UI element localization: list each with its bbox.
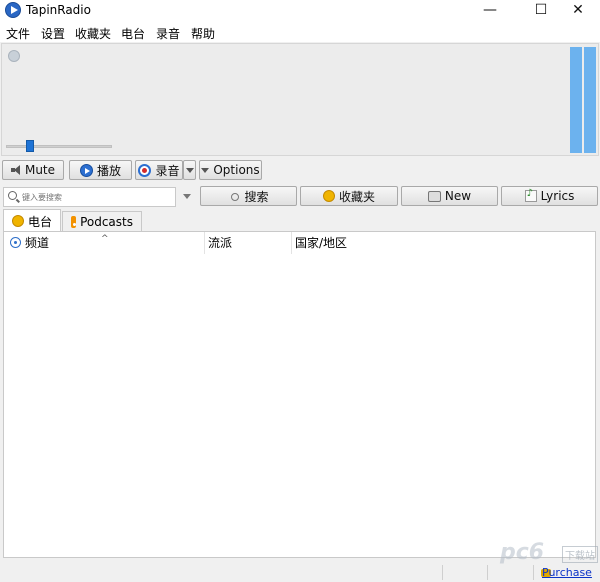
window-title: TapinRadio — [26, 3, 91, 17]
sort-ascending-icon: ^ — [101, 234, 109, 244]
menu-file[interactable]: 文件 — [6, 25, 30, 42]
tab-stations[interactable]: 电台 — [3, 209, 61, 232]
column-header-country[interactable]: 国家/地区 — [291, 232, 431, 254]
record-icon — [138, 163, 152, 177]
purchase-link[interactable]: Purchase — [542, 566, 592, 579]
favorites-button[interactable]: 收藏夹 — [300, 186, 398, 206]
status-divider — [533, 565, 534, 580]
menu-bar: 文件 设置 收藏夹 电台 录音 帮助 — [0, 22, 600, 42]
status-bar — [0, 562, 600, 582]
menu-help[interactable]: 帮助 — [191, 25, 215, 42]
antenna-icon — [10, 237, 21, 248]
title-bar: TapinRadio — ☐ ✕ — [0, 0, 600, 22]
station-logo-icon — [8, 50, 20, 62]
new-icon — [427, 190, 441, 202]
play-button[interactable]: 播放 — [69, 160, 132, 180]
minimize-button[interactable]: — — [468, 0, 512, 22]
new-button[interactable]: New — [401, 186, 498, 206]
watermark-badge: 下载站 — [562, 546, 598, 563]
close-button[interactable]: ✕ — [556, 0, 600, 22]
level-meter-left — [570, 47, 582, 153]
level-meter-right — [584, 47, 596, 153]
record-button[interactable]: 录音 — [135, 160, 183, 180]
station-list[interactable]: 频道 ^ 流派 国家/地区 — [3, 231, 596, 558]
volume-slider[interactable] — [6, 145, 112, 148]
speaker-icon — [10, 165, 21, 175]
status-divider — [487, 565, 488, 580]
chevron-down-icon — [201, 167, 210, 173]
watermark-logo: pc6 — [500, 540, 545, 565]
favorites-icon — [322, 190, 335, 202]
player-panel — [1, 43, 599, 156]
menu-stations[interactable]: 电台 — [121, 25, 145, 42]
column-header-channel[interactable]: 频道 ^ — [6, 232, 204, 254]
chevron-down-icon — [185, 167, 194, 173]
play-icon — [79, 163, 93, 177]
mute-button[interactable]: Mute — [2, 160, 64, 180]
radio-icon — [12, 215, 24, 227]
status-divider — [442, 565, 443, 580]
search-history-dropdown[interactable] — [183, 194, 191, 199]
lyrics-button[interactable]: Lyrics — [501, 186, 598, 206]
search-station-icon — [228, 190, 240, 202]
column-header-genre[interactable]: 流派 — [204, 232, 291, 254]
options-button[interactable]: Options — [199, 160, 262, 180]
search-icon — [8, 191, 17, 200]
rss-icon — [71, 216, 77, 228]
lyrics-icon — [524, 188, 537, 202]
search-button[interactable]: 搜索 — [200, 186, 297, 206]
search-input[interactable] — [22, 190, 172, 204]
menu-record[interactable]: 录音 — [156, 25, 180, 42]
menu-settings[interactable]: 设置 — [41, 25, 65, 42]
app-window: TapinRadio — ☐ ✕ 文件 设置 收藏夹 电台 录音 帮助 Mute… — [0, 0, 600, 582]
volume-slider-thumb[interactable] — [26, 140, 34, 152]
menu-favorites[interactable]: 收藏夹 — [75, 25, 111, 42]
record-dropdown-button[interactable] — [183, 160, 196, 180]
app-logo-icon — [5, 2, 21, 18]
search-field[interactable] — [3, 187, 176, 207]
